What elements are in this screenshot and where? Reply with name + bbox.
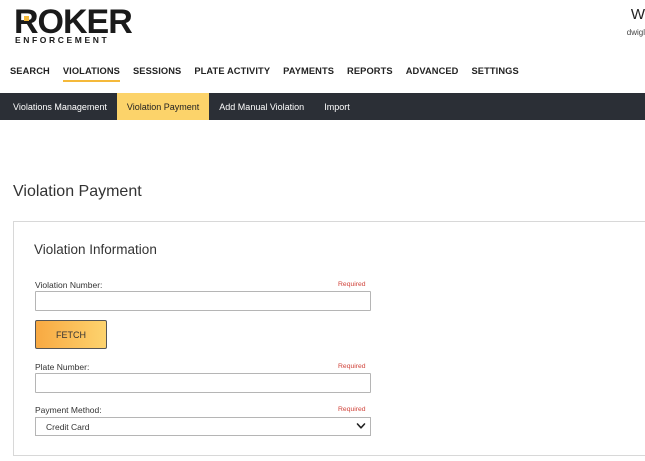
violation-number-input[interactable] — [35, 291, 371, 311]
nav-advanced[interactable]: ADVANCED — [406, 66, 459, 82]
main-nav: SEARCH VIOLATIONS SESSIONS PLATE ACTIVIT… — [10, 66, 532, 82]
payment-method-select[interactable]: Credit Card — [35, 417, 371, 436]
payment-method-label: Payment Method: — [35, 405, 102, 415]
plate-number-input[interactable] — [35, 373, 371, 393]
page-title: Violation Payment — [13, 183, 142, 200]
plate-number-label: Plate Number: — [35, 362, 90, 372]
subnav-violations-management[interactable]: Violations Management — [0, 93, 117, 120]
subnav-import[interactable]: Import — [314, 93, 360, 120]
violation-number-required: Required — [338, 281, 366, 288]
nav-settings[interactable]: SETTINGS — [472, 66, 519, 82]
nav-search[interactable]: SEARCH — [10, 66, 50, 82]
chevron-down-icon — [356, 423, 366, 429]
nav-reports[interactable]: REPORTS — [347, 66, 393, 82]
fetch-button[interactable]: FETCH — [35, 320, 107, 349]
subnav-add-manual-violation[interactable]: Add Manual Violation — [209, 93, 314, 120]
violation-number-label: Violation Number: — [35, 280, 103, 290]
user-name[interactable]: dwigl — [627, 28, 645, 37]
subnav-violation-payment[interactable]: Violation Payment — [116, 93, 210, 120]
nav-plate-activity[interactable]: PLATE ACTIVITY — [194, 66, 270, 82]
nav-violations[interactable]: VIOLATIONS — [62, 66, 120, 82]
nav-sessions[interactable]: SESSIONS — [133, 66, 181, 82]
payment-method-required: Required — [338, 406, 366, 413]
violation-information-panel: Violation Information Violation Number: … — [13, 221, 645, 456]
sub-nav: Violations Management Violation Payment … — [0, 93, 645, 120]
payment-method-value: Credit Card — [46, 421, 90, 432]
plate-number-required: Required — [338, 363, 366, 370]
nav-payments[interactable]: PAYMENTS — [283, 66, 334, 82]
logo-accent-dot — [24, 16, 29, 21]
logo-tagline: ENFORCEMENT — [15, 35, 110, 45]
logo-wordmark: ROKER — [14, 3, 133, 41]
user-greeting: W — [630, 6, 645, 23]
brand-logo[interactable]: ROKER ENFORCEMENT — [14, 5, 133, 47]
panel-title: Violation Information — [34, 242, 157, 257]
